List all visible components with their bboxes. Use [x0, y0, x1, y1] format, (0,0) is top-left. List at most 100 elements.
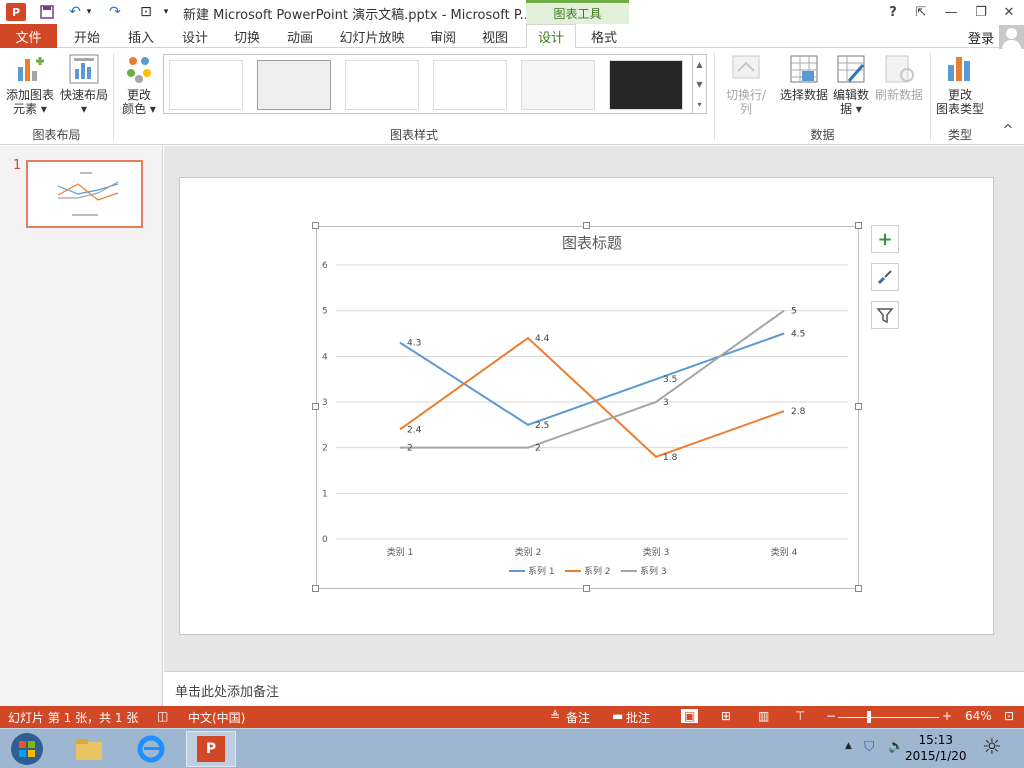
windows-logo-icon: [11, 733, 43, 765]
customize-toolbar-icon[interactable]: ▾: [160, 2, 172, 22]
restore-button[interactable]: ❐: [970, 2, 992, 22]
system-clock[interactable]: 15:13 2015/1/20: [905, 732, 967, 764]
resize-handle-bottom-left[interactable]: [312, 585, 319, 592]
y-tick-label: 0: [322, 535, 328, 545]
tab-review[interactable]: 审阅: [418, 24, 468, 48]
tab-design[interactable]: 设计: [170, 24, 220, 48]
switch-row-column-button[interactable]: 切换行/列: [720, 53, 772, 116]
data-point: [399, 428, 402, 431]
undo-icon[interactable]: ↶: [66, 2, 84, 22]
resize-handle-bottom-right[interactable]: [855, 585, 862, 592]
data-point: [783, 410, 786, 413]
close-button[interactable]: ✕: [998, 2, 1020, 22]
zoom-level[interactable]: 64%: [965, 709, 992, 723]
save-icon[interactable]: [38, 2, 56, 22]
chart-style-3[interactable]: [345, 60, 419, 110]
tab-chart-format[interactable]: 格式: [580, 24, 628, 48]
select-data-button[interactable]: 选择数据: [778, 53, 830, 102]
chart-filters-button[interactable]: [871, 301, 899, 329]
reading-view-icon[interactable]: ▥: [758, 709, 769, 723]
change-chart-type-label: 更改: [947, 88, 972, 102]
gallery-scroll[interactable]: ▲ ▼ ▾: [693, 54, 707, 114]
file-explorer-taskbar-button[interactable]: [64, 731, 114, 767]
show-hidden-icons[interactable]: ▲: [845, 741, 852, 751]
tab-slideshow[interactable]: 幻灯片放映: [334, 24, 410, 48]
refresh-data-button[interactable]: 刷新数据: [872, 53, 926, 102]
change-chart-type-label-2: 图表类型: [935, 102, 984, 116]
volume-icon[interactable]: 🔈: [888, 739, 904, 754]
chart-style-1[interactable]: [169, 60, 243, 110]
chart-style-4[interactable]: [433, 60, 507, 110]
edit-data-label: 编辑数: [832, 88, 869, 102]
chart-style-5[interactable]: [521, 60, 595, 110]
change-chart-type-button[interactable]: 更改 图表类型: [934, 53, 986, 116]
user-avatar[interactable]: [999, 25, 1024, 49]
x-category-label: 类别 1: [387, 546, 414, 558]
spell-check-icon[interactable]: ◫: [157, 709, 168, 723]
y-tick-label: 6: [322, 261, 328, 271]
zoom-slider-track[interactable]: [838, 717, 939, 718]
normal-view-icon[interactable]: ▣: [681, 709, 699, 723]
resize-handle-left[interactable]: [312, 403, 319, 410]
clock-date: 2015/1/20: [905, 749, 967, 763]
notes-button[interactable]: 备注: [566, 709, 590, 726]
resize-handle-top-right[interactable]: [855, 222, 862, 229]
filter-icon: [876, 308, 894, 324]
slide-thumbnail[interactable]: [26, 160, 143, 228]
redo-icon[interactable]: ↷: [106, 2, 124, 22]
add-chart-element-button[interactable]: 添加图表 元素 ▾: [4, 53, 56, 116]
chart-styles-button[interactable]: [871, 263, 899, 291]
sign-in-link[interactable]: 登录: [968, 28, 994, 47]
y-tick-label: 3: [322, 398, 328, 408]
help-button[interactable]: ?: [882, 2, 904, 22]
chart-style-6[interactable]: [609, 60, 683, 110]
tab-insert[interactable]: 插入: [116, 24, 166, 48]
powerpoint-taskbar-button[interactable]: P: [186, 731, 236, 767]
internet-explorer-icon: [137, 735, 165, 763]
zoom-slider-thumb[interactable]: [867, 711, 871, 723]
start-slideshow-icon[interactable]: ⊡: [136, 2, 156, 22]
edit-data-button[interactable]: 编辑数 据 ▾: [830, 53, 872, 116]
resize-handle-right[interactable]: [855, 403, 862, 410]
powerpoint-logo-icon[interactable]: P: [6, 3, 26, 21]
minimize-button[interactable]: —: [940, 2, 962, 22]
start-button[interactable]: [2, 731, 52, 767]
quick-layout-button[interactable]: 快速布局 ▾: [58, 53, 110, 116]
series-line: [399, 332, 785, 426]
tab-animations[interactable]: 动画: [275, 24, 325, 48]
slide-thumbnails-pane: 1: [0, 146, 163, 706]
slide-sorter-icon[interactable]: ⊞: [721, 709, 731, 723]
language-status[interactable]: 中文(中国): [188, 709, 245, 726]
undo-dropdown-icon[interactable]: ▾: [84, 2, 94, 22]
data-point: [527, 337, 530, 340]
zoom-out-button[interactable]: −: [826, 709, 836, 723]
slideshow-view-icon[interactable]: ⊤: [795, 709, 805, 723]
chart-elements-button[interactable]: +: [871, 225, 899, 253]
internet-explorer-taskbar-button[interactable]: [126, 731, 176, 767]
resize-handle-top[interactable]: [583, 222, 590, 229]
resize-handle-bottom[interactable]: [583, 585, 590, 592]
change-colors-label-2: 颜色 ▾: [122, 102, 156, 116]
color-palette-icon: [123, 53, 155, 85]
notes-pane[interactable]: 单击此处添加备注: [164, 671, 1024, 706]
comments-button[interactable]: 批注: [626, 709, 650, 726]
resize-handle-top-left[interactable]: [312, 222, 319, 229]
x-category-label: 类别 2: [515, 546, 542, 558]
tab-chart-design[interactable]: 设计: [526, 24, 576, 48]
change-colors-button[interactable]: 更改 颜色 ▾: [118, 53, 160, 116]
security-shield-icon[interactable]: ⛉: [864, 739, 875, 755]
brightness-icon[interactable]: ☼: [982, 735, 1002, 760]
fit-slide-icon[interactable]: ⊡: [1004, 709, 1014, 723]
x-category-label: 类别 3: [643, 546, 670, 558]
data-point: [655, 378, 658, 381]
line-chart[interactable]: 图表标题 0 1 2 3 4 5 6 类别 1 类别 2 类别 3 类别 4 4.3 2.5 3.5 4.5 2…: [316, 226, 859, 589]
chart-style-2[interactable]: [257, 60, 331, 110]
zoom-in-button[interactable]: +: [942, 709, 952, 723]
tab-transitions[interactable]: 切换: [222, 24, 272, 48]
tab-home[interactable]: 开始: [62, 24, 112, 48]
collapse-ribbon-icon[interactable]: ^: [1000, 123, 1016, 138]
legend-entry: 系列 1: [528, 565, 555, 577]
tab-view[interactable]: 视图: [470, 24, 520, 48]
ribbon-display-options-button[interactable]: ⇱: [910, 2, 932, 22]
tab-file[interactable]: 文件: [0, 24, 57, 48]
